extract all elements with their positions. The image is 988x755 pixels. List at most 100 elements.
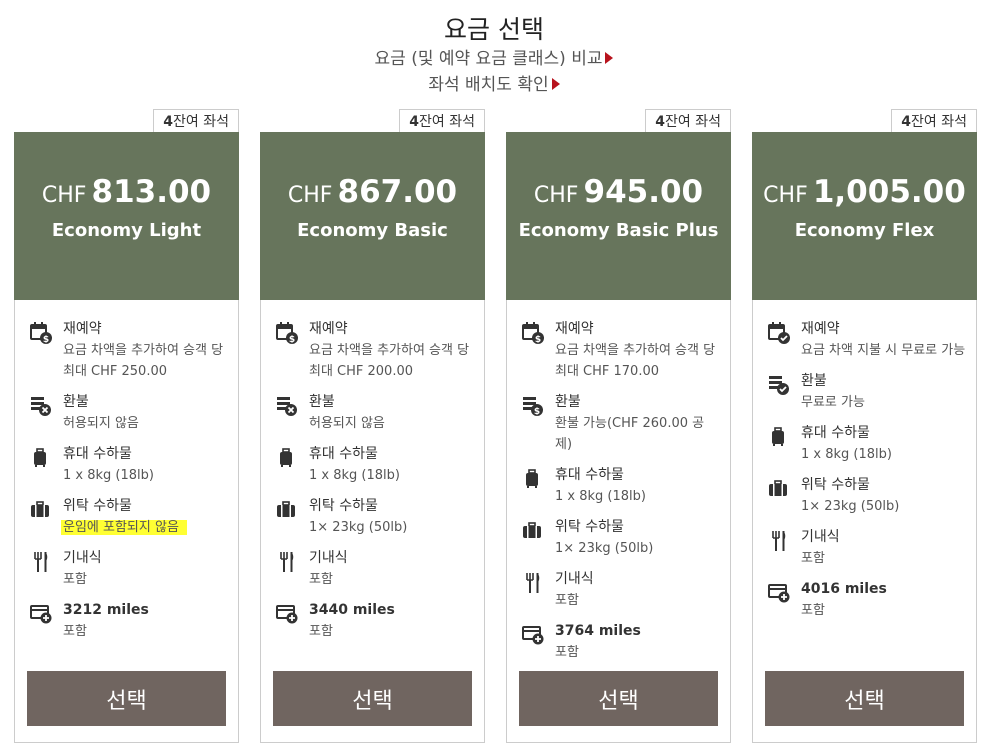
feature-checked-title: 위탁 수하물 <box>801 477 870 493</box>
seats-label: 잔여 좌석 <box>419 114 475 130</box>
calendar-dollar-icon: $ <box>275 321 299 345</box>
feature-rebooking: $ 재예약 요금 차액을 추가하여 승객 당 최대 CHF 200.00 <box>275 319 475 382</box>
feature-carryon-desc-text: 1 x 8kg (18lb) <box>555 489 646 504</box>
feature-checked-desc: 1× 23kg (50lb) <box>555 538 721 559</box>
seats-label: 잔여 좌석 <box>911 114 967 130</box>
feature-refund-desc-text: 허용되지 않음 <box>63 416 139 431</box>
fare-features: $ 재예약 요금 차액을 추가하여 승객 당 최대 CHF 200.00 환불 허용… <box>275 319 475 652</box>
price-currency: CHF <box>41 183 87 208</box>
feature-rebooking-desc-text: 요금 차액을 추가하여 승객 당 최대 CHF 170.00 <box>555 343 716 379</box>
money-x-icon <box>29 394 53 418</box>
miles-card-icon <box>767 581 791 605</box>
miles-card-icon <box>521 623 545 647</box>
feature-carryon-title: 휴대 수하물 <box>801 425 870 441</box>
checked-bag-icon <box>275 498 299 522</box>
feature-meal-title: 기내식 <box>555 571 594 587</box>
seats-remaining-badge: 4잔여 좌석 <box>399 109 485 134</box>
feature-checked-desc: 1× 23kg (50lb) <box>309 517 475 538</box>
feature-miles-desc-text: 포함 <box>555 645 579 660</box>
calendar-dollar-icon: $ <box>29 321 53 345</box>
feature-miles-title: 3440 miles <box>309 602 395 618</box>
feature-meal-desc-text: 포함 <box>63 572 87 587</box>
feature-carryon: 휴대 수하물 1 x 8kg (18lb) <box>275 444 475 486</box>
fare-card: 4잔여 좌석 CHF 945.00 Economy Basic Plus $ 재예약… <box>506 109 731 743</box>
feature-refund-title: 환불 <box>309 394 335 410</box>
feature-refund: 환불 허용되지 않음 <box>275 392 475 434</box>
arrow-right-icon <box>551 78 560 90</box>
feature-meal-desc-text: 포함 <box>309 572 333 587</box>
seatmap-label: 좌석 배치도 확인 <box>428 75 549 95</box>
svg-text:$: $ <box>43 335 49 345</box>
svg-text:$: $ <box>289 335 295 345</box>
feature-checked: 위탁 수하물 1× 23kg (50lb) <box>275 496 475 538</box>
feature-meal: 기내식포함 <box>767 527 967 569</box>
seats-label: 잔여 좌석 <box>665 114 721 130</box>
feature-refund-title: 환불 <box>801 373 827 389</box>
miles-card-icon <box>275 602 299 626</box>
price-amount: 945.00 <box>583 174 704 210</box>
feature-rebooking-title: 재예약 <box>801 321 840 337</box>
money-x-icon <box>275 394 299 418</box>
meal-icon <box>29 550 53 574</box>
feature-checked: 위탁 수하물 1× 23kg (50lb) <box>767 475 967 517</box>
feature-checked-desc: 1× 23kg (50lb) <box>801 496 967 517</box>
select-fare-button[interactable]: 선택 <box>765 671 964 726</box>
seats-remaining-badge: 4잔여 좌석 <box>153 109 239 134</box>
select-fare-button[interactable]: 선택 <box>519 671 718 726</box>
seats-count: 4 <box>655 114 666 130</box>
fare-features: $ 재예약요금 차액을 추가하여 승객 당 최대 CHF 170.00 $ 환불… <box>521 319 721 673</box>
fare-card: 4잔여 좌석 CHF 867.00 Economy Basic $ 재예약 요금 차액… <box>260 109 485 743</box>
feature-rebooking: $ 재예약요금 차액을 추가하여 승객 당 최대 CHF 170.00 <box>521 319 721 382</box>
feature-meal-desc: 포함 <box>63 569 229 590</box>
checked-bag-icon <box>521 519 545 543</box>
seats-count: 4 <box>163 114 174 130</box>
calendar-dollar-icon: $ <box>521 321 545 345</box>
feature-rebooking-desc: 요금 차액을 추가하여 승객 당 최대 CHF 250.00 <box>63 340 229 382</box>
feature-checked: 위탁 수하물 1× 23kg (50lb) <box>521 517 721 559</box>
feature-carryon-desc: 1 x 8kg (18lb) <box>801 444 967 465</box>
carry-on-bag-icon <box>275 446 299 470</box>
feature-checked-desc-text: 1× 23kg (50lb) <box>801 499 900 514</box>
meal-icon <box>521 571 545 595</box>
feature-refund-title: 환불 <box>63 394 89 410</box>
feature-refund-desc-text: 환불 가능(CHF 260.00 공제) <box>555 416 705 452</box>
meal-icon <box>767 529 791 553</box>
price-currency: CHF <box>287 183 333 208</box>
feature-meal-title: 기내식 <box>63 550 102 566</box>
feature-refund-desc: 허용되지 않음 <box>63 413 229 434</box>
feature-checked-desc-text: 운임에 포함되지 않음 <box>63 520 179 535</box>
feature-miles-desc: 포함 <box>309 621 475 642</box>
calendar-check-icon <box>767 321 791 345</box>
select-fare-button[interactable]: 선택 <box>273 671 472 726</box>
seats-remaining-badge: 4잔여 좌석 <box>645 109 731 134</box>
fare-price: CHF 945.00 <box>506 174 731 210</box>
feature-rebooking-desc: 요금 차액 지불 시 무료로 가능 <box>801 340 967 361</box>
fare-compare-link[interactable]: 요금 (및 예약 요금 클래스) 비교 <box>0 44 988 69</box>
fare-name: Economy Light <box>51 220 202 241</box>
carry-on-bag-icon <box>521 467 545 491</box>
feature-meal-desc-text: 포함 <box>801 551 825 566</box>
feature-checked: 위탁 수하물 운임에 포함되지 않음 <box>29 496 229 538</box>
price-currency: CHF <box>763 183 808 208</box>
feature-rebooking-desc-text: 요금 차액을 추가하여 승객 당 최대 CHF 200.00 <box>309 343 470 379</box>
fare-header: CHF 1,005.00 Economy Flex <box>752 132 977 300</box>
price-amount: 813.00 <box>91 174 212 210</box>
feature-rebooking: 재예약요금 차액 지불 시 무료로 가능 <box>767 319 967 361</box>
feature-rebooking-title: 재예약 <box>555 321 594 337</box>
feature-checked-desc-text: 1× 23kg (50lb) <box>309 520 408 535</box>
feature-meal: 기내식 포함 <box>275 548 475 590</box>
feature-carryon: 휴대 수하물 1 x 8kg (18lb) <box>29 444 229 486</box>
seats-count: 4 <box>901 114 912 130</box>
feature-carryon-desc-text: 1 x 8kg (18lb) <box>63 468 154 483</box>
feature-miles-desc-text: 포함 <box>801 603 825 618</box>
carry-on-bag-icon <box>767 425 791 449</box>
feature-rebooking-desc-text: 요금 차액을 추가하여 승객 당 최대 CHF 250.00 <box>63 343 224 379</box>
seatmap-link[interactable]: 좌석 배치도 확인 <box>0 70 988 95</box>
select-fare-button[interactable]: 선택 <box>27 671 226 726</box>
feature-meal-title: 기내식 <box>801 529 840 545</box>
feature-checked-title: 위탁 수하물 <box>555 519 624 535</box>
feature-miles-desc: 포함 <box>555 642 721 663</box>
money-check-icon <box>767 373 791 397</box>
feature-meal-desc: 포함 <box>801 548 967 569</box>
feature-meal: 기내식 포함 <box>521 569 721 611</box>
